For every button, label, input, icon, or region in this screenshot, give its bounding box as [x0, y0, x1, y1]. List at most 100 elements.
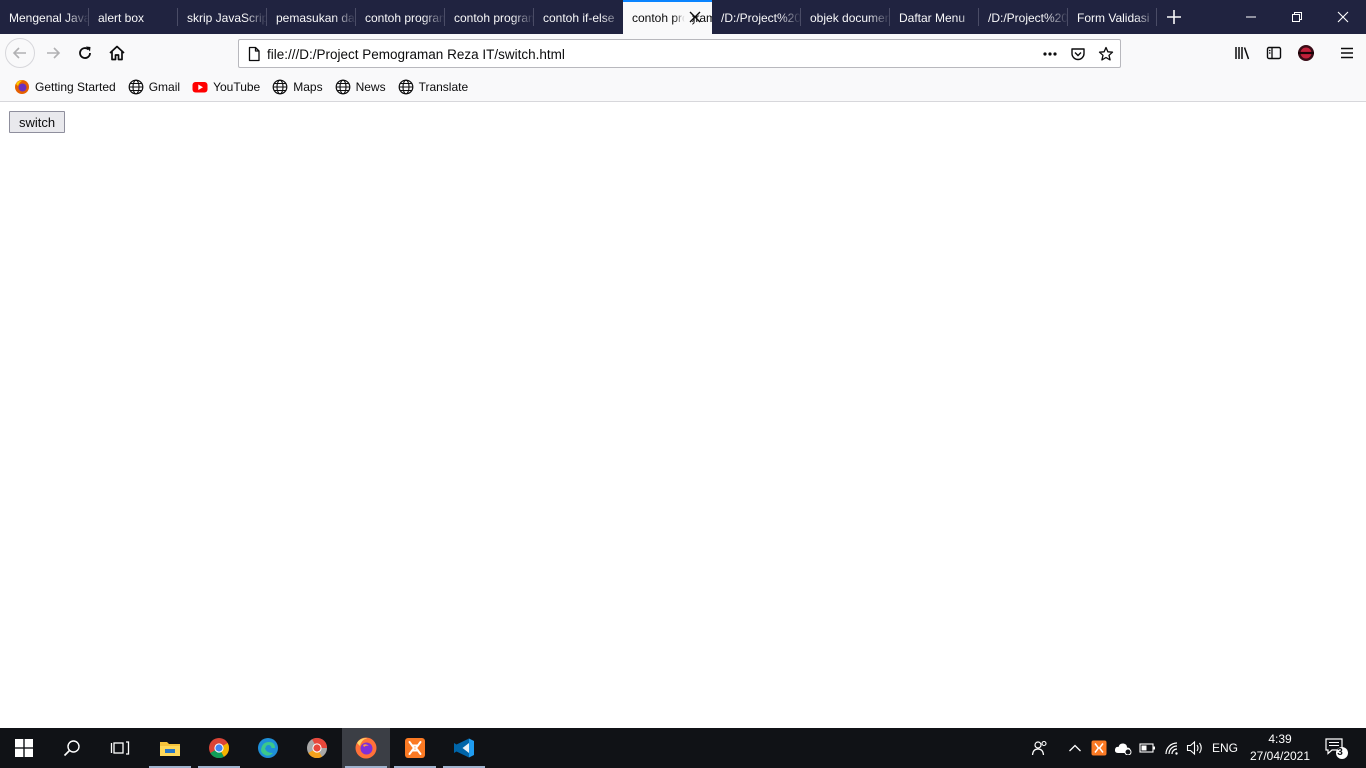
tab-0[interactable]: Mengenal JavaScript: [0, 0, 89, 34]
bookmark-translate[interactable]: Translate: [394, 75, 473, 99]
tray-wifi[interactable]: [1161, 728, 1183, 768]
tray-volume[interactable]: [1184, 728, 1206, 768]
language-indicator[interactable]: ENG: [1212, 741, 1238, 755]
tab-separator: [978, 8, 979, 26]
chrome-icon: [209, 738, 230, 759]
tab-6[interactable]: contoh if-else: [534, 0, 623, 34]
battery-icon: [1139, 743, 1155, 753]
tab-7-active[interactable]: contoh program: [623, 0, 712, 34]
page-content: switch: [0, 102, 1366, 728]
windows-taskbar: ENG 4:39 27/04/2021 3: [0, 728, 1366, 768]
tab-4[interactable]: contoh program: [356, 0, 445, 34]
clock-time: 4:39: [1268, 732, 1292, 746]
url-text: file:///D:/Project Pemograman Reza IT/sw…: [267, 47, 565, 62]
bookmark-news[interactable]: News: [331, 75, 390, 99]
tab-2[interactable]: skrip JavaScript: [178, 0, 267, 34]
tab-separator: [177, 8, 178, 26]
tab-9[interactable]: objek document: [801, 0, 890, 34]
taskbar-chrome[interactable]: [195, 728, 243, 768]
tab-12[interactable]: Form Validasi: [1068, 0, 1157, 34]
search-icon: [63, 740, 80, 757]
tab-3[interactable]: pemasukan data: [267, 0, 356, 34]
window-controls: [1228, 0, 1366, 34]
minimize-button[interactable]: [1228, 0, 1274, 34]
tab-label: Daftar Menu: [899, 11, 966, 25]
tray-battery[interactable]: [1137, 728, 1159, 768]
forward-button[interactable]: [38, 38, 68, 68]
library-button[interactable]: [1228, 38, 1258, 68]
tab-strip: Mengenal JavaScript alert box skrip Java…: [0, 0, 1366, 34]
tab-8[interactable]: /D:/Project%20: [712, 0, 801, 34]
bookmark-label: News: [355, 79, 386, 94]
bookmark-getting-started[interactable]: Getting Started: [10, 75, 120, 99]
tab-5[interactable]: contoh program: [445, 0, 534, 34]
globe-icon: [335, 79, 350, 94]
plus-icon: [1167, 10, 1181, 24]
tab-list: Mengenal JavaScript alert box skrip Java…: [0, 0, 1157, 34]
tab-separator: [355, 8, 356, 26]
page-actions-icon[interactable]: [1042, 46, 1058, 62]
task-view-button[interactable]: [96, 728, 144, 768]
close-tab-icon[interactable]: [688, 10, 702, 24]
globe-icon: [398, 79, 413, 94]
close-window-button[interactable]: [1320, 0, 1366, 34]
tray-onedrive[interactable]: [1112, 728, 1134, 768]
cloud-sync-icon: [1114, 743, 1132, 755]
url-bar[interactable]: file:///D:/Project Pemograman Reza IT/sw…: [238, 39, 1121, 68]
firefox-icon: [15, 79, 29, 94]
tab-separator: [88, 8, 89, 26]
pocket-icon[interactable]: [1070, 46, 1086, 62]
tab-10[interactable]: Daftar Menu: [890, 0, 979, 34]
tab-separator: [266, 8, 267, 26]
tab-separator: [1067, 8, 1068, 26]
taskbar-file-explorer[interactable]: [146, 728, 194, 768]
taskbar-firefox[interactable]: [342, 728, 390, 768]
restore-icon: [1292, 12, 1302, 22]
library-icon: [1235, 47, 1250, 60]
page-icon: [248, 46, 260, 62]
account-button[interactable]: [1291, 38, 1321, 68]
home-button[interactable]: [102, 38, 132, 68]
tab-11[interactable]: /D:/Project%20: [979, 0, 1068, 34]
tab-label: Mengenal JavaScript: [9, 11, 89, 25]
tab-separator: [444, 8, 445, 26]
tab-1[interactable]: alert box: [89, 0, 178, 34]
back-arrow-icon: [12, 47, 26, 59]
switch-button[interactable]: switch: [9, 111, 65, 133]
bookmark-gmail[interactable]: Gmail: [124, 75, 184, 99]
vscode-icon: [454, 738, 474, 758]
xampp-icon: [405, 738, 425, 758]
search-button[interactable]: [48, 728, 96, 768]
menu-button[interactable]: [1332, 38, 1362, 68]
system-clock[interactable]: 4:39 27/04/2021: [1244, 731, 1316, 765]
navigation-toolbar: file:///D:/Project Pemograman Reza IT/sw…: [0, 34, 1366, 72]
reload-button[interactable]: [70, 38, 100, 68]
tab-label: /D:/Project%20: [988, 11, 1068, 25]
taskbar-xampp[interactable]: [391, 728, 439, 768]
tab-label: skrip JavaScript: [187, 11, 267, 25]
sidebar-button[interactable]: [1259, 38, 1289, 68]
taskbar-chrome-canary[interactable]: [293, 728, 341, 768]
firefox-icon: [355, 737, 377, 759]
account-avatar-icon: [1298, 45, 1314, 61]
start-button[interactable]: [0, 728, 48, 768]
tab-label: contoh program: [454, 11, 534, 25]
globe-icon: [128, 79, 144, 94]
back-button[interactable]: [5, 38, 35, 68]
bookmark-maps[interactable]: Maps: [268, 75, 326, 99]
bookmark-label: Gmail: [148, 79, 181, 94]
tray-show-hidden[interactable]: [1064, 728, 1086, 768]
new-tab-button[interactable]: [1157, 0, 1191, 34]
hamburger-menu-icon: [1341, 47, 1353, 59]
bookmark-youtube[interactable]: YouTube: [188, 75, 264, 99]
bookmark-star-icon[interactable]: [1098, 46, 1114, 62]
speaker-icon: [1186, 740, 1202, 756]
tray-xampp[interactable]: [1089, 728, 1109, 768]
tray-people[interactable]: [1026, 728, 1054, 768]
edge-icon: [258, 738, 278, 758]
sidebar-icon: [1266, 46, 1282, 60]
restore-button[interactable]: [1274, 0, 1320, 34]
taskbar-edge[interactable]: [244, 728, 292, 768]
taskbar-vscode[interactable]: [440, 728, 488, 768]
chrome-canary-icon: [307, 737, 328, 759]
